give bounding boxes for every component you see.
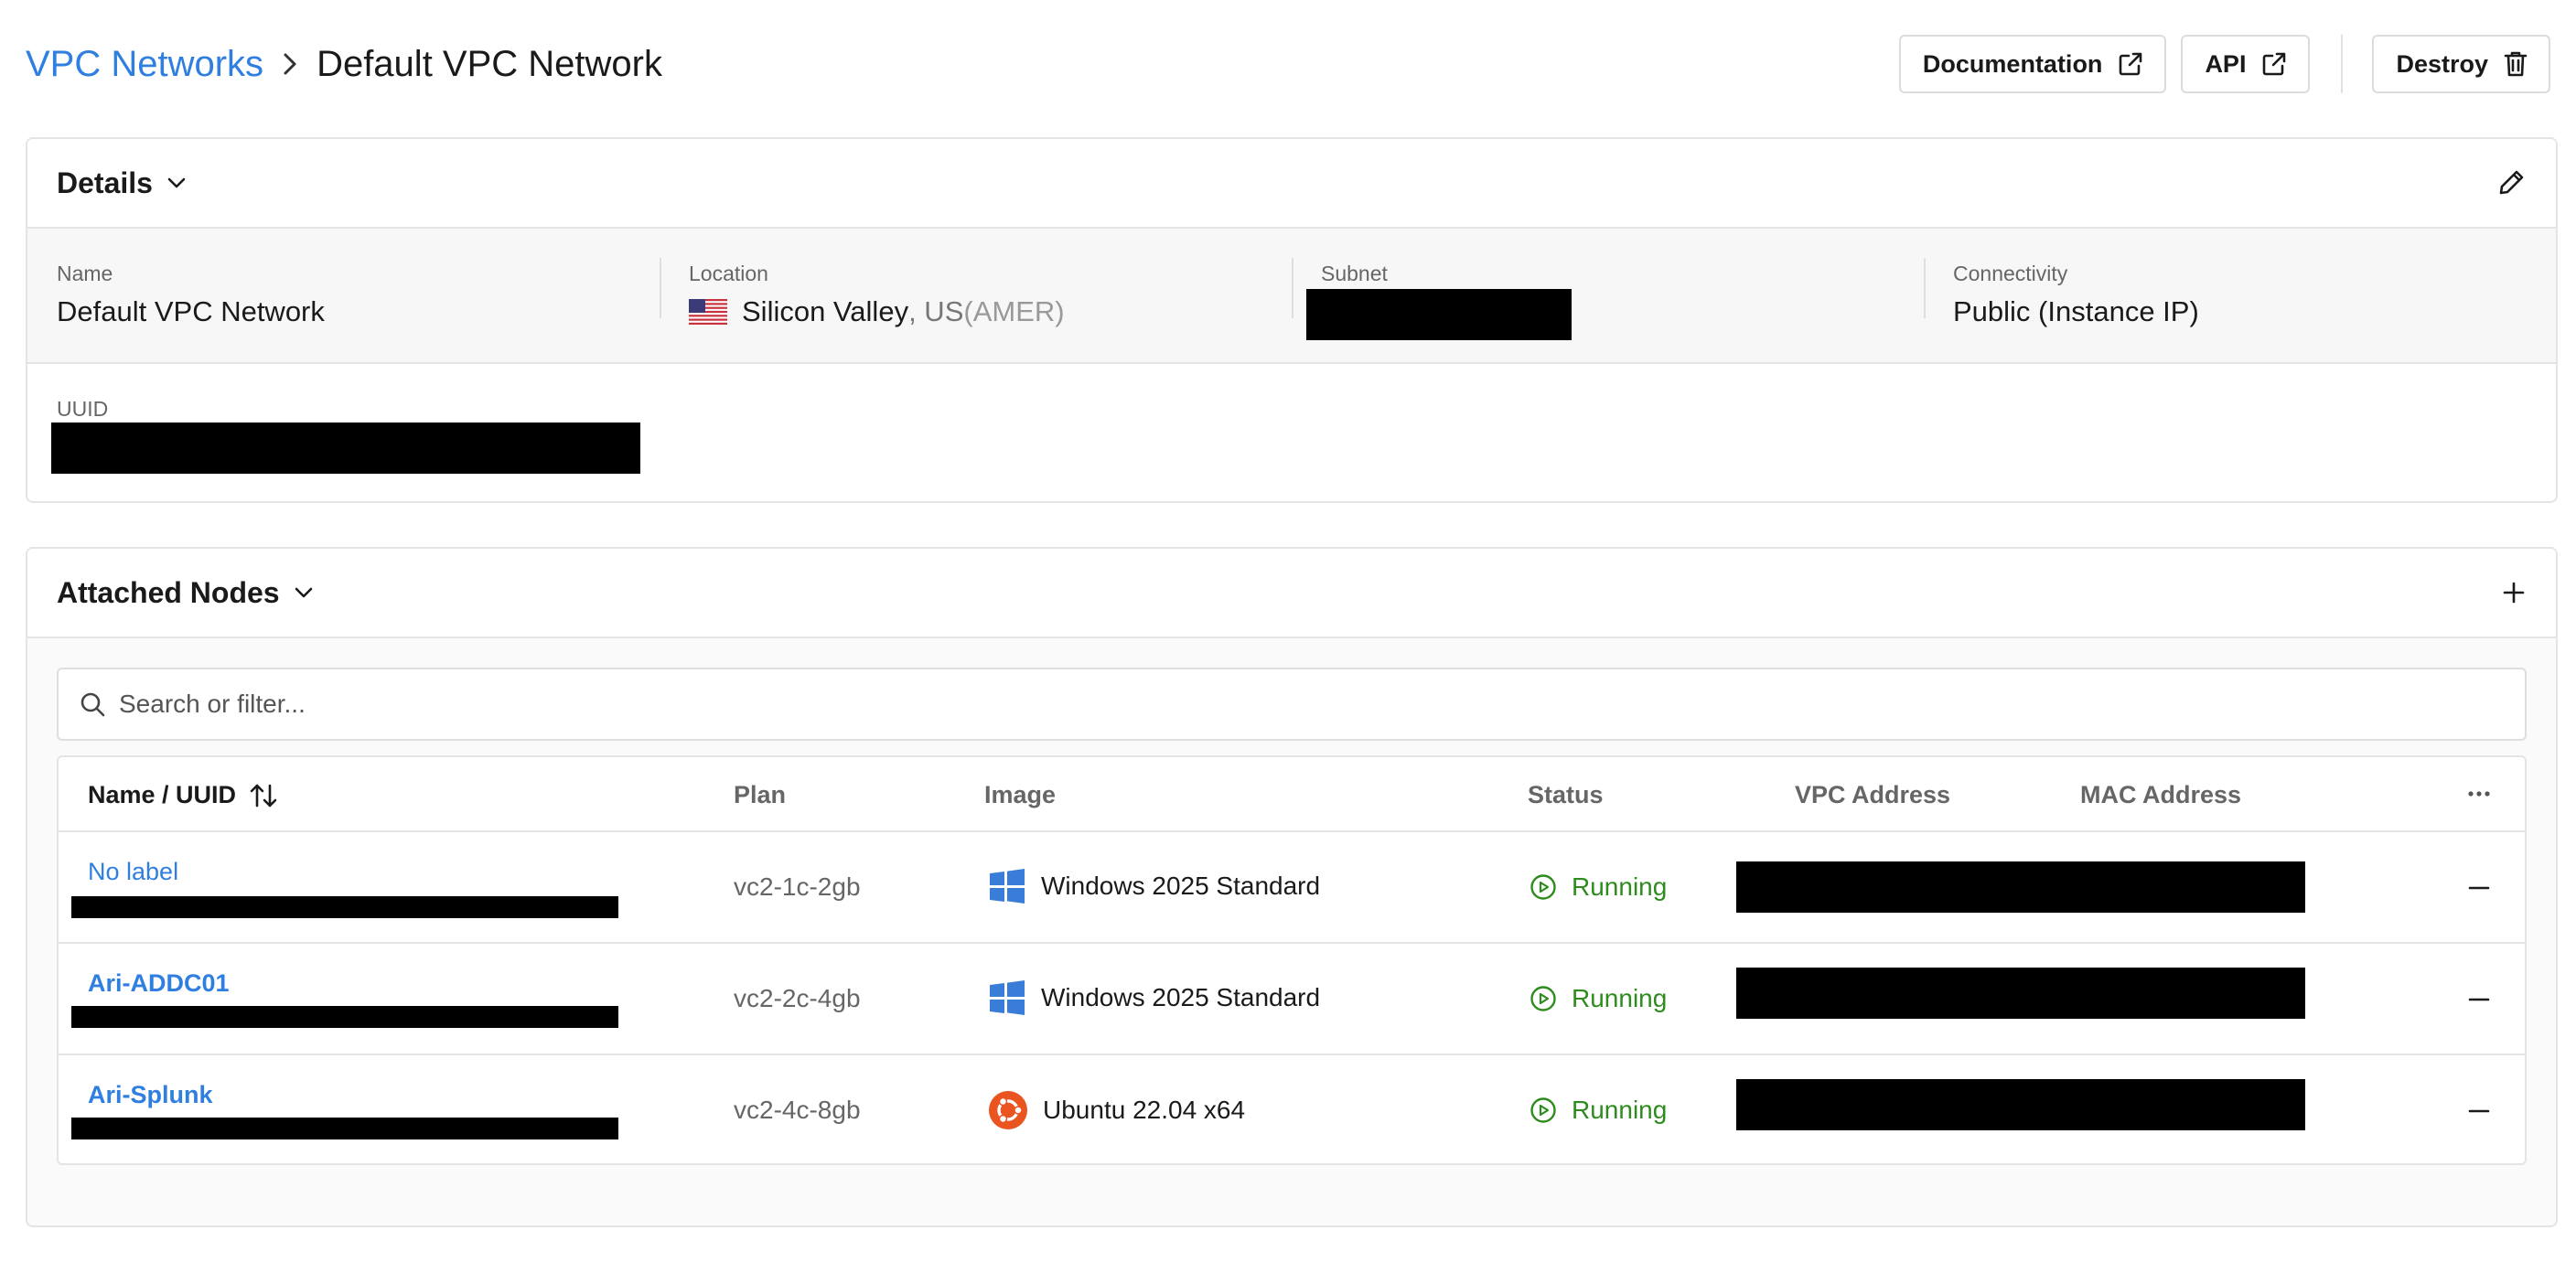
uuid-redacted: [51, 423, 640, 474]
external-link-icon: [2260, 50, 2288, 78]
external-link-icon: [2117, 50, 2144, 78]
detail-location: Location Silicon Valley, US (AMER): [660, 229, 1292, 362]
windows-icon: [988, 867, 1026, 905]
chevron-down-icon[interactable]: [166, 176, 188, 190]
ubuntu-icon: [988, 1090, 1028, 1130]
node-addresses-redacted: [1736, 861, 2305, 913]
destroy-button[interactable]: Destroy: [2372, 35, 2550, 93]
node-addresses-redacted: [1736, 1079, 2305, 1130]
node-image: Ubuntu 22.04 x64: [988, 1090, 1245, 1130]
more-options-icon[interactable]: [2466, 781, 2492, 813]
node-status: Running: [1530, 872, 1667, 902]
detail-uuid: UUID: [27, 364, 2556, 501]
play-circle-icon: [1530, 873, 1557, 901]
detail-name-label: Name: [57, 262, 113, 285]
table-header: Name / UUID Plan Image Status VPC Addres…: [59, 757, 2525, 832]
divider: [2341, 35, 2344, 93]
column-mac-address[interactable]: MAC Address: [2080, 781, 2241, 809]
minus-icon: [2468, 1109, 2490, 1113]
search-box[interactable]: [57, 668, 2527, 741]
details-summary-row: Name Default VPC Network Location Silico…: [27, 229, 2556, 364]
page-header: VPC Networks Default VPC Network Documen…: [26, 33, 2550, 95]
us-flag-icon: [689, 299, 727, 325]
details-header[interactable]: Details: [27, 139, 2556, 229]
detach-node-button[interactable]: [2466, 875, 2492, 901]
details-title: Details: [57, 166, 153, 199]
node-image: Windows 2025 Standard: [988, 867, 1320, 905]
minus-icon: [2468, 886, 2490, 890]
node-uuid-redacted: [71, 1006, 618, 1028]
detail-location-label: Location: [689, 262, 768, 285]
column-status[interactable]: Status: [1528, 781, 1604, 809]
detach-node-button[interactable]: [2466, 1098, 2492, 1124]
node-status: Running: [1530, 1096, 1667, 1125]
node-status-label: Running: [1572, 1096, 1668, 1124]
column-image[interactable]: Image: [984, 781, 1056, 809]
node-label[interactable]: No label: [88, 858, 178, 886]
column-name-uuid-label: Name / UUID: [88, 781, 237, 808]
minus-icon: [2468, 998, 2490, 1001]
node-plan: vc2-1c-2gb: [734, 872, 861, 901]
location-region: (AMER): [963, 295, 1065, 327]
node-label[interactable]: Ari-ADDC01: [88, 969, 230, 998]
location-country: , US: [908, 295, 964, 327]
node-label[interactable]: Ari-Splunk: [88, 1081, 213, 1109]
attached-nodes-title: Attached Nodes: [57, 575, 280, 609]
chevron-right-icon: [282, 52, 298, 76]
node-uuid-redacted: [71, 1118, 618, 1139]
detail-subnet-label: Subnet: [1321, 262, 1388, 285]
sort-icon[interactable]: [249, 782, 278, 809]
documentation-button-label: Documentation: [1922, 49, 2103, 78]
page-title: Default VPC Network: [317, 43, 662, 84]
location-city: Silicon Valley: [742, 295, 909, 327]
search-input[interactable]: [119, 690, 2505, 719]
node-image: Windows 2025 Standard: [988, 979, 1320, 1017]
chevron-down-icon[interactable]: [293, 585, 315, 600]
node-image-name: Windows 2025 Standard: [1041, 983, 1321, 1011]
node-plan: vc2-4c-8gb: [734, 1096, 861, 1124]
api-button[interactable]: API: [2181, 35, 2311, 93]
detail-uuid-label: UUID: [57, 397, 109, 421]
subnet-redacted: [1306, 289, 1572, 340]
detail-connectivity-value: Public (Instance IP): [1953, 295, 2199, 327]
attached-nodes-panel: Attached Nodes Name / UUID Plan: [26, 547, 2558, 1227]
nodes-table: Name / UUID Plan Image Status VPC Addres…: [57, 755, 2527, 1165]
breadcrumb-vpc-networks[interactable]: VPC Networks: [26, 44, 263, 85]
destroy-button-label: Destroy: [2396, 49, 2488, 78]
search-icon: [79, 690, 106, 718]
plus-icon[interactable]: [2501, 580, 2527, 605]
node-image-name: Ubuntu 22.04 x64: [1043, 1096, 1246, 1124]
play-circle-icon: [1530, 1096, 1557, 1124]
node-uuid-redacted: [71, 896, 618, 918]
pencil-icon[interactable]: [2496, 167, 2527, 198]
details-panel: Details Name Default VPC Network Locatio…: [26, 137, 2558, 503]
header-actions: Documentation API Destroy: [1898, 35, 2550, 93]
column-plan[interactable]: Plan: [734, 781, 786, 809]
detail-subnet: Subnet: [1292, 229, 1924, 362]
detach-node-button[interactable]: [2466, 987, 2492, 1012]
column-vpc-address[interactable]: VPC Address: [1795, 781, 1950, 809]
node-status: Running: [1530, 984, 1667, 1013]
trash-icon: [2503, 49, 2528, 79]
detail-name-value: Default VPC Network: [57, 295, 325, 327]
detail-connectivity: Connectivity Public (Instance IP): [1924, 229, 2556, 362]
play-circle-icon: [1530, 985, 1557, 1012]
node-status-label: Running: [1572, 872, 1668, 901]
api-button-label: API: [2205, 49, 2247, 78]
table-row: Ari-Splunk vc2-4c-8gb Ubuntu 22.04 x64 R…: [59, 1055, 2525, 1167]
detail-name: Name Default VPC Network: [27, 229, 660, 362]
windows-icon: [988, 979, 1026, 1017]
node-plan: vc2-2c-4gb: [734, 984, 861, 1012]
attached-nodes-header[interactable]: Attached Nodes: [27, 549, 2556, 638]
node-image-name: Windows 2025 Standard: [1041, 872, 1321, 900]
column-name-uuid[interactable]: Name / UUID: [88, 781, 278, 809]
documentation-button[interactable]: Documentation: [1898, 35, 2167, 93]
detail-connectivity-label: Connectivity: [1953, 262, 2068, 285]
detail-location-value: Silicon Valley, US (AMER): [689, 295, 1292, 328]
table-row: Ari-ADDC01 vc2-2c-4gb Windows 2025 Stand…: [59, 944, 2525, 1055]
node-status-label: Running: [1572, 984, 1668, 1012]
node-addresses-redacted: [1736, 968, 2305, 1019]
attached-nodes-body: Name / UUID Plan Image Status VPC Addres…: [27, 638, 2556, 1225]
table-row: No label vc2-1c-2gb Windows 2025 Standar…: [59, 832, 2525, 944]
